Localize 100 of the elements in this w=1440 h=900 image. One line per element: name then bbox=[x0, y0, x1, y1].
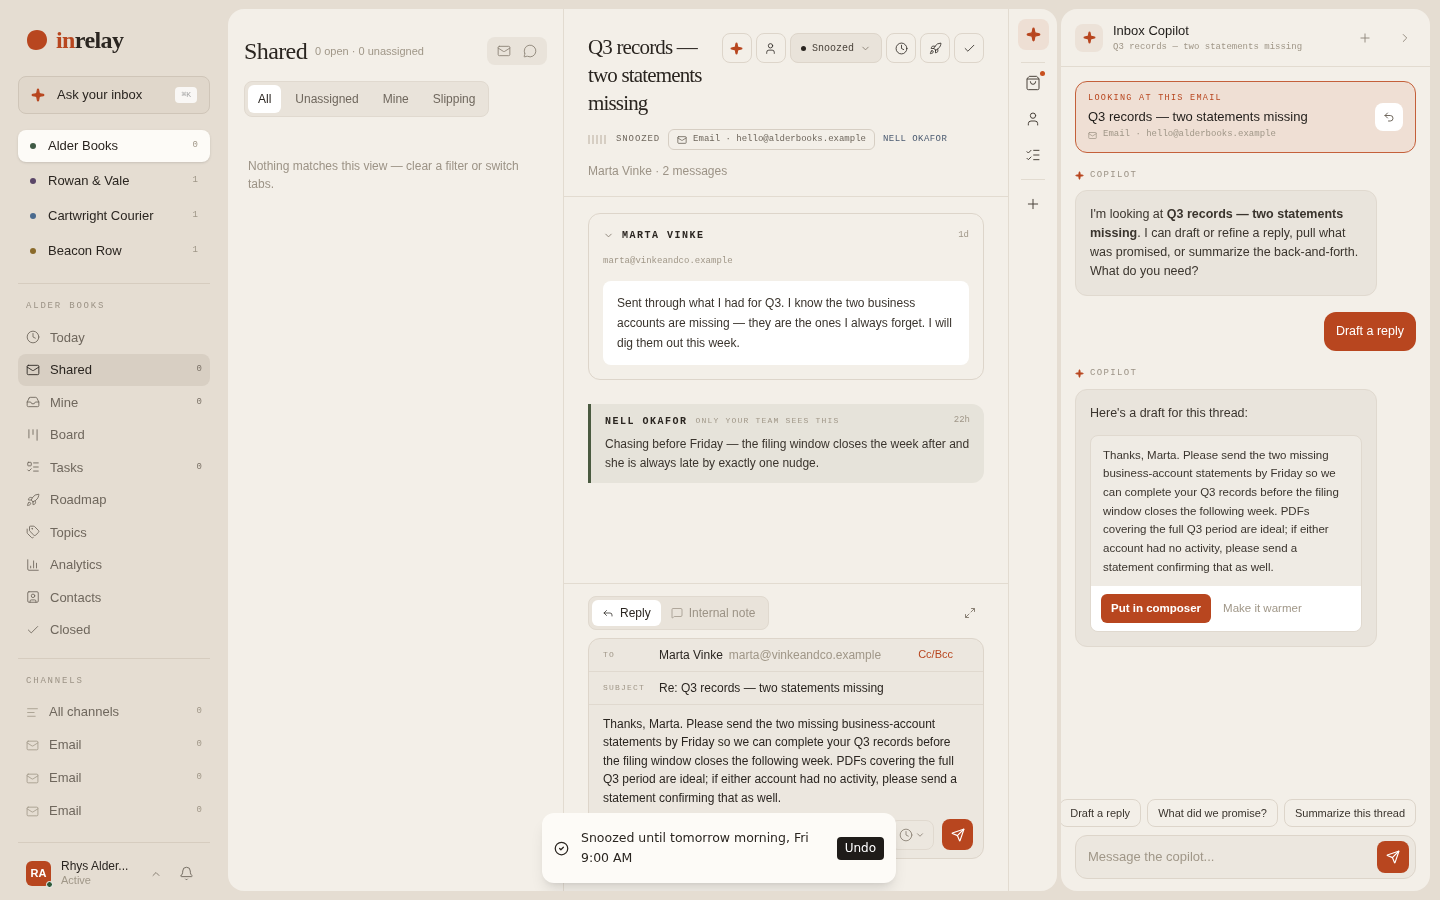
field-label: SUBJECT bbox=[603, 681, 646, 694]
rocket-icon bbox=[928, 41, 942, 55]
channel-item[interactable]: Email 0 bbox=[18, 762, 210, 794]
nav-item[interactable]: Roadmap bbox=[18, 484, 210, 516]
sparkle-icon bbox=[1075, 369, 1084, 379]
nav-item[interactable]: Contacts bbox=[18, 581, 210, 613]
context-title: Q3 records — two statements missing bbox=[1088, 107, 1309, 126]
user-message: Draft a reply bbox=[1323, 312, 1416, 351]
checklist-icon[interactable] bbox=[1025, 147, 1041, 163]
suggestion-chip[interactable]: What did we promise? bbox=[1147, 799, 1278, 827]
check-circle-icon bbox=[554, 840, 569, 856]
note-icon bbox=[670, 606, 683, 619]
note-body: Chasing before Friday — the filing window closes the week after and she is always late by exactly one nudge. bbox=[605, 435, 970, 472]
person-icon bbox=[764, 41, 778, 55]
user-icon[interactable] bbox=[1025, 111, 1041, 127]
mail-icon bbox=[677, 134, 688, 145]
composer-mode-tab[interactable]: Reply bbox=[592, 599, 661, 626]
panel-subtitle: Q3 records — two statements missing bbox=[1113, 40, 1303, 54]
nav-icon bbox=[26, 330, 40, 345]
chat-icon[interactable] bbox=[523, 44, 537, 58]
thread-title: Q3 records — two statements missing bbox=[588, 34, 703, 117]
filter-tab[interactable]: Slipping bbox=[422, 85, 486, 113]
channel-item[interactable]: All channels 0 bbox=[18, 696, 210, 728]
sparkle-icon bbox=[1025, 27, 1041, 42]
draft-text: Thanks, Marta. Please send the two missing business-account statements by Friday so we can complete your Q3 records before the filing window closes the following week. PDFs covering the full Q3 period are ideal; if either account had no activity, please send a statement confirming that as well. bbox=[1102, 447, 1340, 575]
mail-icon[interactable] bbox=[497, 44, 511, 58]
section-label: CHANNELS bbox=[25, 674, 85, 688]
author-label: COPILOT bbox=[1090, 168, 1138, 182]
nav-icon bbox=[26, 460, 40, 475]
mail-icon bbox=[26, 804, 39, 818]
nav-item[interactable]: Shared 0 bbox=[18, 354, 210, 386]
expand-icon[interactable] bbox=[964, 606, 976, 619]
clock-icon bbox=[894, 41, 908, 55]
toast-message: Snoozed until tomorrow morning, Fri 9:00 AM bbox=[581, 829, 810, 867]
clock-icon bbox=[899, 827, 913, 842]
nav-item[interactable]: Tasks 0 bbox=[18, 451, 210, 483]
bars-icon bbox=[588, 135, 608, 144]
subject-field[interactable]: Re: Q3 records — two statements missing bbox=[659, 678, 884, 697]
workspace-item[interactable]: Beacon Row 1 bbox=[18, 235, 210, 267]
undo-button[interactable]: Undo bbox=[836, 836, 884, 860]
nav-item[interactable]: Closed bbox=[18, 614, 210, 646]
snooze-button[interactable] bbox=[886, 33, 916, 63]
nav-item[interactable]: Board bbox=[18, 419, 210, 451]
ask-inbox-button[interactable]: Ask your inbox ⌘K bbox=[18, 76, 210, 114]
filter-tab[interactable]: Unassigned bbox=[285, 85, 369, 113]
filter-tab[interactable]: Mine bbox=[372, 85, 419, 113]
bell-icon[interactable] bbox=[179, 866, 194, 882]
author-label: COPILOT bbox=[1090, 367, 1138, 380]
nav-icon bbox=[26, 427, 40, 442]
section-label: ALDER BOOKS bbox=[25, 300, 107, 313]
message-input[interactable]: Message the copilot... bbox=[1075, 835, 1416, 879]
undo-icon bbox=[1383, 110, 1395, 123]
channel-item[interactable]: Email 0 bbox=[18, 795, 210, 827]
sparkle-button[interactable] bbox=[722, 33, 752, 63]
nav-icon bbox=[26, 395, 40, 410]
mail-icon bbox=[26, 771, 39, 785]
filter-tab[interactable]: All bbox=[248, 85, 282, 113]
note-tag: ONLY YOUR TEAM SEES THIS bbox=[695, 415, 840, 427]
nav-item[interactable]: Analytics bbox=[18, 549, 210, 581]
count: 1 bbox=[192, 174, 198, 188]
list-summary: 0 open · 0 unassigned bbox=[315, 43, 424, 59]
reset-context-button[interactable] bbox=[1375, 102, 1403, 131]
channel-item[interactable]: Email 0 bbox=[18, 729, 210, 761]
nav-item[interactable]: Today bbox=[18, 321, 210, 353]
reply-body-field[interactable]: Thanks, Marta. Please send the two missing business-account statements by Friday so we can complete your Q3 records before the filing window closes the following week. PDFs covering the full Q3 period are ideal; if either account had no activity, please send a statement confirming that as well. bbox=[589, 704, 983, 807]
add-icon[interactable] bbox=[1025, 196, 1041, 212]
composer-mode-tab[interactable]: Internal note bbox=[660, 599, 766, 626]
assign-button[interactable] bbox=[756, 33, 786, 63]
workspace-item[interactable]: Cartwright Courier 1 bbox=[18, 200, 210, 232]
count: 0 bbox=[196, 395, 202, 409]
count: 0 bbox=[196, 363, 202, 376]
mail-icon bbox=[26, 738, 39, 752]
nav-icon bbox=[26, 557, 40, 572]
sparkle-icon bbox=[31, 88, 45, 102]
put-in-composer-button[interactable]: Put in composer bbox=[1101, 594, 1212, 624]
rocket-button[interactable] bbox=[920, 33, 950, 63]
panel-title: Inbox Copilot bbox=[1113, 22, 1190, 40]
channel-text: Email · hello@alderbooks.example bbox=[693, 132, 866, 146]
suggestion-chip[interactable]: Summarize this thread bbox=[1283, 799, 1416, 827]
empty-message: Nothing matches this view — clear a filter or switch tabs. bbox=[247, 158, 520, 193]
send-button[interactable] bbox=[1377, 841, 1409, 873]
copilot-button[interactable] bbox=[1017, 19, 1049, 50]
count: 1 bbox=[192, 244, 198, 258]
context-label: LOOKING AT THIS EMAIL bbox=[1088, 92, 1223, 105]
workspace-item[interactable]: Rowan & Vale 1 bbox=[18, 165, 210, 197]
message-text: Here's a draft for this thread: bbox=[1090, 404, 1249, 422]
send-button[interactable] bbox=[942, 819, 973, 850]
nav-icon bbox=[26, 362, 40, 377]
message-field[interactable]: Message the copilot... bbox=[1088, 847, 1377, 867]
status-dropdown[interactable]: Snoozed bbox=[790, 33, 882, 63]
avatar[interactable]: RA bbox=[26, 861, 51, 887]
make-warmer-button[interactable]: Make it warmer bbox=[1223, 600, 1302, 618]
nav-item[interactable]: Topics bbox=[18, 516, 210, 548]
sender-name: NELL OKAFOR bbox=[605, 414, 688, 429]
cc-bcc-link[interactable]: Cc/Bcc bbox=[918, 646, 953, 663]
sparkle-icon bbox=[730, 41, 744, 55]
workspace-item[interactable]: Alder Books 0 bbox=[18, 130, 210, 162]
add-icon[interactable] bbox=[1358, 30, 1372, 45]
sender-name: MARTA VINKE bbox=[622, 229, 705, 243]
nav-item[interactable]: Mine 0 bbox=[18, 386, 210, 418]
